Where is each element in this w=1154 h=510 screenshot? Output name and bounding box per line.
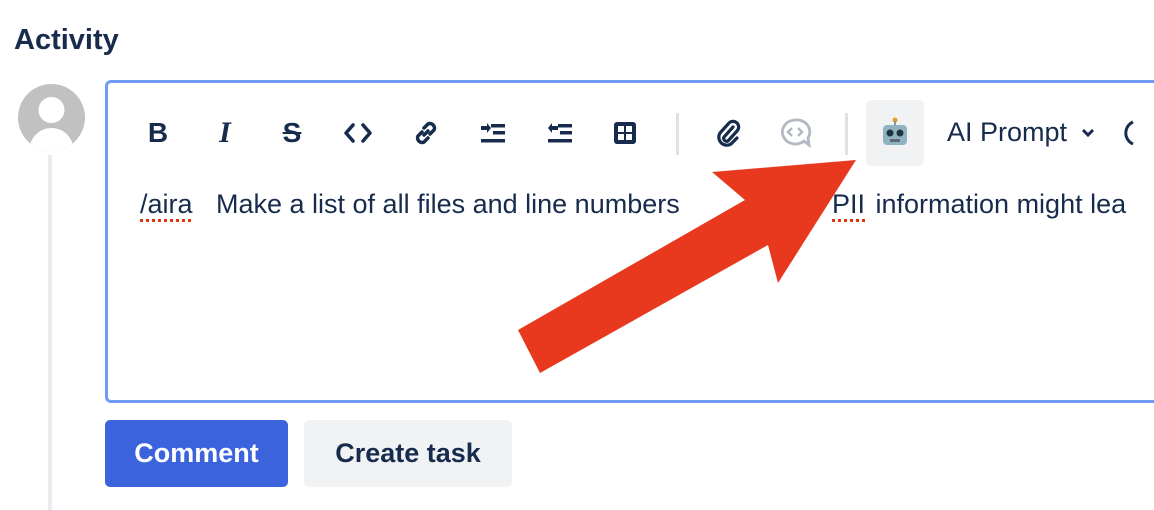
avatar [18, 84, 85, 151]
italic-button[interactable]: I [205, 113, 245, 153]
inline-comment-icon [781, 118, 812, 149]
strikethrough-button[interactable]: S [272, 113, 312, 153]
outdent-button[interactable] [540, 113, 580, 153]
timeline-line [48, 155, 52, 510]
attachment-button[interactable] [708, 113, 748, 153]
link-button[interactable] [406, 113, 446, 153]
create-task-button[interactable]: Create task [304, 420, 512, 487]
editor-text-marked[interactable]: PII [832, 189, 865, 220]
bold-icon: B [147, 117, 169, 148]
robot-icon [883, 117, 907, 145]
table-button[interactable] [605, 113, 645, 153]
toolbar-divider [676, 113, 679, 155]
ai-robot-button[interactable] [866, 100, 924, 166]
table-icon [614, 122, 636, 144]
inline-comment-button[interactable] [775, 113, 815, 153]
strikethrough-icon: S [282, 117, 302, 148]
more-toolbar-icon[interactable] [1115, 118, 1135, 148]
indent-button[interactable] [473, 113, 513, 153]
section-title: Activity [14, 24, 119, 56]
command-text: /aira [140, 189, 193, 219]
toolbar-divider [845, 113, 848, 155]
editor-text[interactable]: Make a list of all files and line number… [216, 189, 680, 220]
bold-button[interactable]: B [138, 113, 178, 153]
editor-text-continued[interactable]: information might lea [868, 189, 1127, 220]
ai-prompt-label: AI Prompt [947, 117, 1068, 147]
link-icon [415, 121, 437, 145]
comment-button[interactable]: Comment [105, 420, 288, 487]
italic-icon: I [219, 116, 231, 149]
attachment-icon [717, 119, 741, 147]
indent-icon [481, 123, 505, 143]
chevron-down-icon [1081, 128, 1095, 137]
ai-prompt-dropdown[interactable]: AI Prompt [947, 117, 1135, 148]
code-button[interactable] [338, 113, 378, 153]
code-icon [344, 123, 372, 143]
outdent-icon [548, 123, 572, 143]
